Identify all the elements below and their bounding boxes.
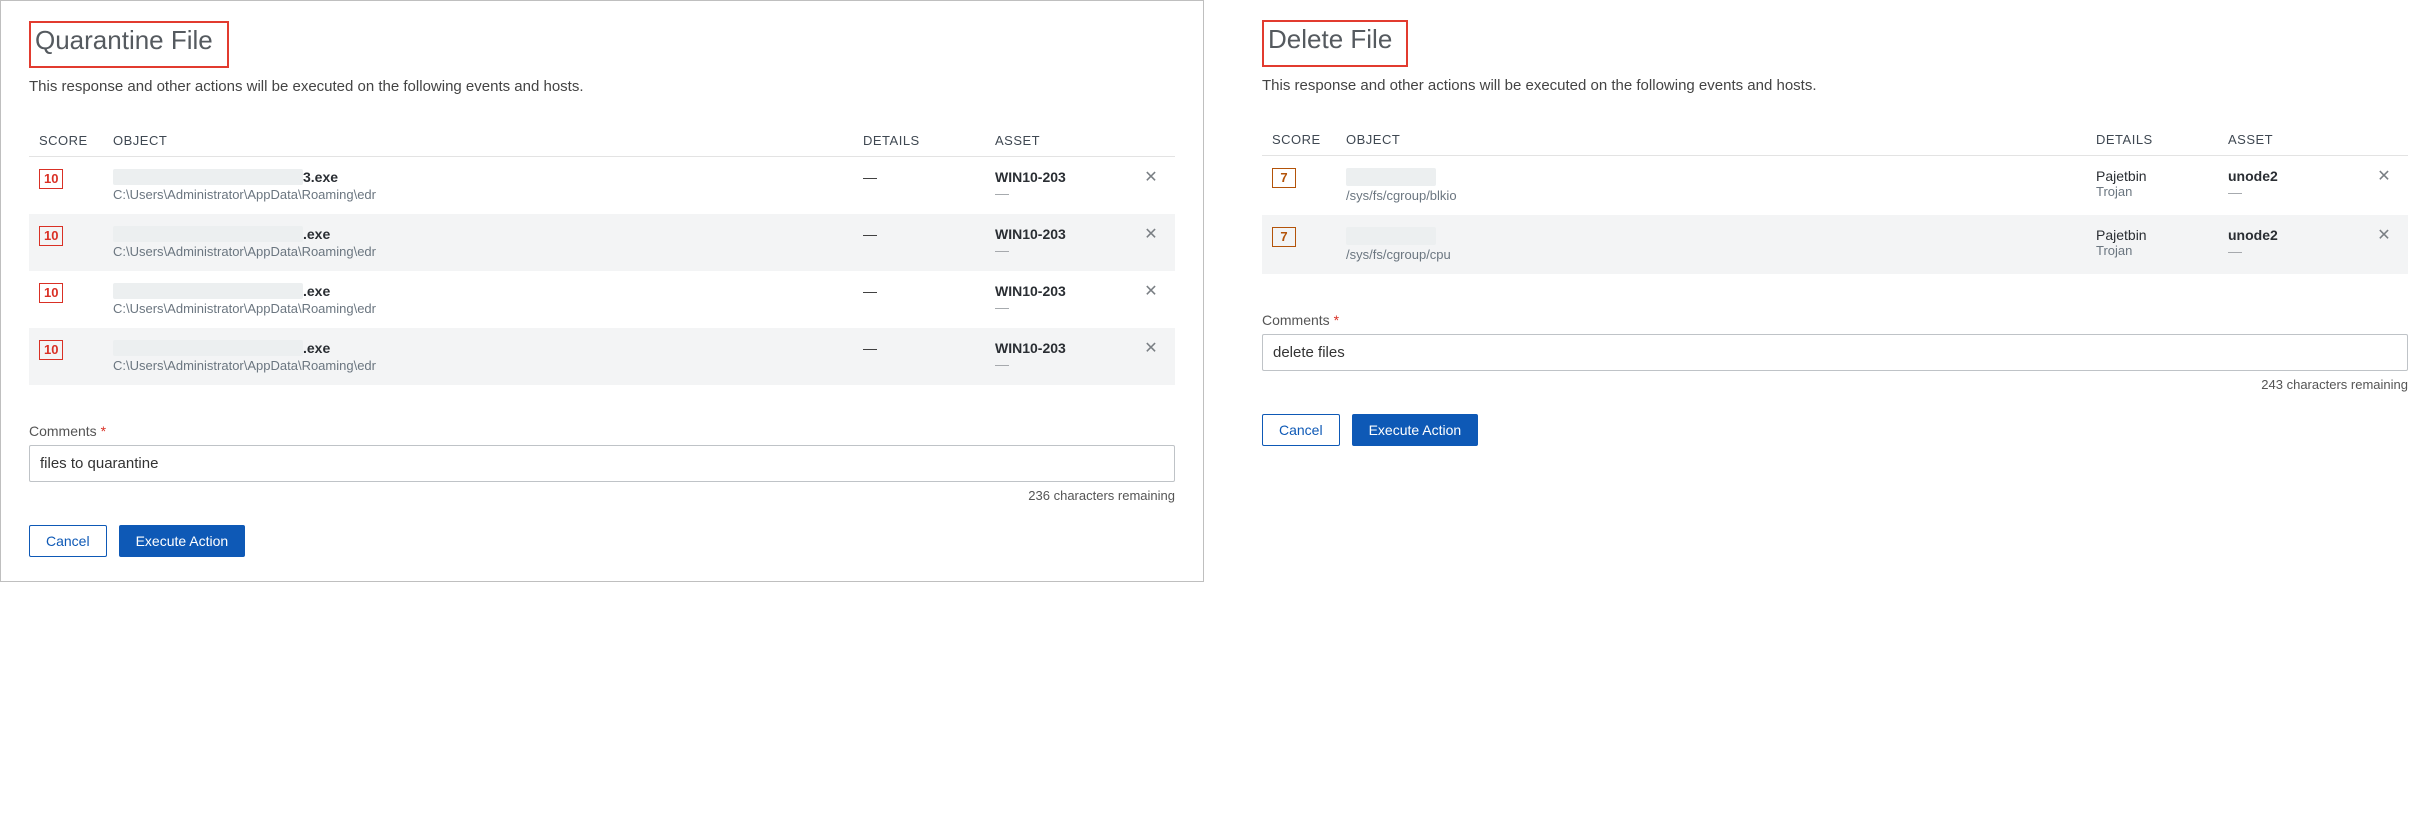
dialog-subtitle: This response and other actions will be … (29, 78, 1175, 95)
object-path: C:\Users\Administrator\AppData\Roaming\e… (113, 301, 851, 316)
asset-name: unode2 (2228, 168, 2358, 184)
asset-name: WIN10-203 (995, 226, 1125, 242)
table-header-row: SCORE OBJECT DETAILS ASSET (29, 125, 1175, 157)
score-badge: 10 (39, 340, 63, 360)
object-name-redacted (113, 226, 303, 242)
asset-sub: — (995, 185, 1125, 201)
remove-row-icon[interactable]: ✕ (1144, 338, 1157, 357)
table-row: 7 /sys/fs/cgroup/blkio Pajetbin Trojan u… (1262, 156, 2408, 215)
table-row: 10 .exe C:\Users\Administrator\AppData\R… (29, 271, 1175, 328)
asset-sub: — (995, 242, 1125, 258)
asset-name: unode2 (2228, 227, 2358, 243)
asset-name: WIN10-203 (995, 340, 1125, 356)
dialog-title: Delete File (1266, 22, 1400, 57)
table-row: 7 /sys/fs/cgroup/cpu Pajetbin Trojan uno… (1262, 215, 2408, 274)
remove-row-icon[interactable]: ✕ (2377, 225, 2390, 244)
events-table: SCORE OBJECT DETAILS ASSET 10 3.exe C:\U… (29, 125, 1175, 385)
execute-action-button[interactable]: Execute Action (1352, 414, 1479, 446)
score-badge: 10 (39, 283, 63, 303)
remove-row-icon[interactable]: ✕ (1144, 224, 1157, 243)
col-header-object: OBJECT (113, 133, 851, 148)
title-highlight-box: Quarantine File (29, 21, 229, 68)
details-value: — (863, 169, 877, 185)
asset-sub: — (995, 299, 1125, 315)
table-header-row: SCORE OBJECT DETAILS ASSET (1262, 124, 2408, 156)
dialog-subtitle: This response and other actions will be … (1262, 77, 2408, 94)
col-header-details: DETAILS (2096, 132, 2216, 147)
details-value: — (863, 340, 877, 356)
table-row: 10 .exe C:\Users\Administrator\AppData\R… (29, 328, 1175, 385)
comments-label-text: Comments (1262, 312, 1330, 328)
details-type: Trojan (2096, 184, 2216, 199)
chars-remaining: 243 characters remaining (1262, 377, 2408, 392)
object-path: C:\Users\Administrator\AppData\Roaming\e… (113, 244, 851, 259)
details-value: — (863, 283, 877, 299)
col-header-score: SCORE (1272, 132, 1334, 147)
details-name: Pajetbin (2096, 168, 2216, 184)
comments-label: Comments * (1262, 312, 2408, 328)
asset-sub: — (2228, 184, 2358, 200)
asset-name: WIN10-203 (995, 283, 1125, 299)
col-header-asset: ASSET (995, 133, 1125, 148)
table-row: 10 .exe C:\Users\Administrator\AppData\R… (29, 214, 1175, 271)
dialog-title: Quarantine File (33, 23, 221, 58)
object-name-redacted (113, 169, 303, 185)
object-path: /sys/fs/cgroup/blkio (1346, 188, 2084, 203)
object-name-redacted (1346, 168, 1436, 186)
comments-label-text: Comments (29, 423, 97, 439)
score-badge: 7 (1272, 168, 1296, 188)
score-badge: 7 (1272, 227, 1296, 247)
comments-input[interactable] (1262, 334, 2408, 371)
object-name-redacted (113, 340, 303, 356)
object-path: /sys/fs/cgroup/cpu (1346, 247, 2084, 262)
remove-row-icon[interactable]: ✕ (1144, 281, 1157, 300)
remove-row-icon[interactable]: ✕ (2377, 166, 2390, 185)
object-name-suffix: 3.exe (303, 169, 338, 185)
asset-sub: — (995, 356, 1125, 372)
details-name: Pajetbin (2096, 227, 2216, 243)
remove-row-icon[interactable]: ✕ (1144, 167, 1157, 186)
object-name-redacted (1346, 227, 1436, 245)
events-table: SCORE OBJECT DETAILS ASSET 7 /sys/fs/cgr… (1262, 124, 2408, 274)
table-row: 10 3.exe C:\Users\Administrator\AppData\… (29, 157, 1175, 214)
delete-file-dialog: Delete File This response and other acti… (1234, 0, 2436, 582)
col-header-score: SCORE (39, 133, 101, 148)
comments-input[interactable] (29, 445, 1175, 482)
cancel-button[interactable]: Cancel (29, 525, 107, 557)
object-name-suffix: .exe (303, 226, 330, 242)
score-badge: 10 (39, 169, 63, 189)
asset-name: WIN10-203 (995, 169, 1125, 185)
object-name-suffix: .exe (303, 340, 330, 356)
col-header-asset: ASSET (2228, 132, 2358, 147)
asset-sub: — (2228, 243, 2358, 259)
details-value: — (863, 226, 877, 242)
execute-action-button[interactable]: Execute Action (119, 525, 246, 557)
cancel-button[interactable]: Cancel (1262, 414, 1340, 446)
comments-label: Comments * (29, 423, 1175, 439)
object-name-redacted (113, 283, 303, 299)
chars-remaining: 236 characters remaining (29, 488, 1175, 503)
details-type: Trojan (2096, 243, 2216, 258)
quarantine-file-dialog: Quarantine File This response and other … (0, 0, 1204, 582)
title-highlight-box: Delete File (1262, 20, 1408, 67)
object-path: C:\Users\Administrator\AppData\Roaming\e… (113, 358, 851, 373)
col-header-object: OBJECT (1346, 132, 2084, 147)
object-path: C:\Users\Administrator\AppData\Roaming\e… (113, 187, 851, 202)
required-star-icon: * (101, 423, 106, 439)
object-name-suffix: .exe (303, 283, 330, 299)
col-header-details: DETAILS (863, 133, 983, 148)
score-badge: 10 (39, 226, 63, 246)
required-star-icon: * (1334, 312, 1339, 328)
